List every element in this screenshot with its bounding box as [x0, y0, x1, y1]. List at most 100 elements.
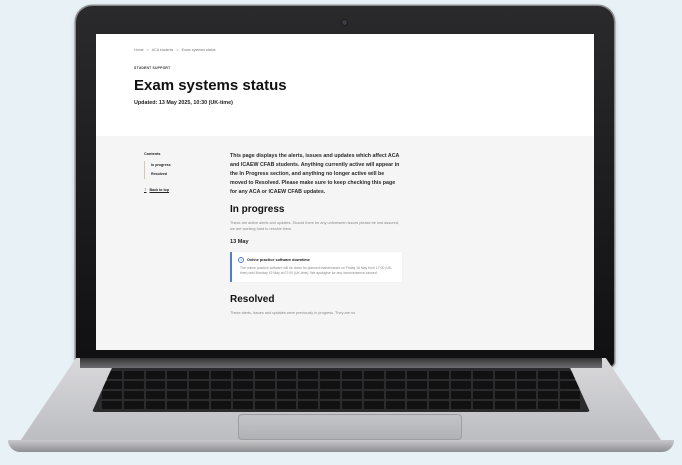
back-to-top-label: Back to top	[149, 188, 170, 192]
keyboard-key	[167, 381, 188, 389]
keyboard-key	[538, 391, 559, 399]
keyboard-key	[494, 391, 515, 399]
keyboard-key	[538, 381, 559, 389]
keyboard-key	[516, 401, 537, 409]
breadcrumb-aca-students[interactable]: ACA students	[152, 48, 174, 52]
laptop-hinge	[80, 358, 602, 368]
keyboard-key	[407, 371, 428, 379]
page-content: Contents In progress Resolved ↑ Back to …	[96, 136, 594, 316]
keyboard-key	[276, 381, 297, 389]
keyboard-key	[429, 401, 450, 409]
resolved-heading: Resolved	[230, 293, 275, 305]
keyboard-key	[429, 381, 450, 389]
keyboard-key	[211, 401, 231, 409]
toc-item-resolved[interactable]: Resolved	[151, 170, 230, 179]
keyboard-key	[494, 401, 515, 409]
alert-title: Online practice software downtime	[247, 258, 310, 263]
keyboard-key	[211, 391, 231, 399]
keyboard-key	[254, 381, 275, 389]
keyboard-key	[320, 401, 340, 409]
keyboard-key	[167, 391, 188, 399]
webcam	[342, 20, 347, 25]
keyboard-key	[102, 391, 122, 399]
keyboard-key	[516, 371, 537, 379]
keyboard-key	[560, 391, 580, 399]
keyboard-key	[254, 371, 275, 379]
keyboard-key	[123, 391, 144, 399]
in-progress-description: These are active alerts and updates. Sho…	[230, 221, 399, 231]
toc-item-in-progress[interactable]: In progress	[151, 161, 230, 170]
keyboard-key	[407, 381, 428, 389]
keyboard-key	[276, 391, 297, 399]
alert-body: The online practice software will be dow…	[240, 266, 393, 275]
trackpad	[238, 414, 462, 440]
keyboard-key	[472, 371, 493, 379]
breadcrumb-separator: >	[176, 48, 179, 52]
keyboard-key	[429, 391, 450, 399]
breadcrumb-separator: >	[146, 48, 149, 52]
keyboard-key	[145, 401, 166, 409]
breadcrumb-home[interactable]: Home	[134, 48, 144, 52]
intro-text: This page displays the alerts, issues an…	[230, 153, 400, 195]
keyboard-key	[211, 381, 231, 389]
keyboard-key	[232, 371, 253, 379]
keyboard-key	[385, 371, 406, 379]
keyboard-key	[123, 381, 144, 389]
info-icon: i	[238, 257, 244, 264]
keyboard-key	[189, 401, 210, 409]
keyboard-key	[254, 391, 275, 399]
keyboard-key	[123, 371, 144, 379]
keyboard-key	[385, 401, 406, 409]
keyboard-key	[167, 371, 188, 379]
keyboard-key	[560, 401, 580, 409]
keyboard-key	[451, 391, 471, 399]
keyboard-key	[211, 371, 231, 379]
keyboard-key	[145, 391, 166, 399]
keyboard-key	[494, 371, 515, 379]
keyboard-key	[298, 381, 319, 389]
toc-list: In progress Resolved	[144, 161, 230, 179]
keyboard-key	[451, 401, 471, 409]
laptop-screen: Home > ACA students > Exam systems statu…	[96, 34, 594, 350]
keyboard-key	[538, 401, 559, 409]
keyboard-key	[494, 381, 515, 389]
keyboard-key	[385, 391, 406, 399]
keyboard	[92, 368, 590, 412]
keyboard-key	[123, 401, 144, 409]
keyboard-key	[363, 391, 384, 399]
keyboard-key	[363, 401, 384, 409]
keyboard-key	[472, 381, 493, 389]
updated-timestamp: Updated: 13 May 2025, 10:30 (UK-time)	[134, 100, 233, 106]
keyboard-key	[189, 371, 210, 379]
breadcrumb: Home > ACA students > Exam systems statu…	[134, 48, 556, 52]
keyboard-key	[538, 371, 559, 379]
laptop-base-front	[8, 440, 674, 452]
keyboard-key	[298, 391, 319, 399]
keyboard-key	[407, 391, 428, 399]
keyboard-key	[320, 391, 340, 399]
keyboard-key	[451, 371, 471, 379]
keyboard-key	[298, 401, 319, 409]
keyboard-key	[320, 381, 340, 389]
keyboard-key	[145, 371, 166, 379]
keyboard-key	[385, 381, 406, 389]
section-eyebrow: STUDENT SUPPORT	[134, 66, 171, 70]
keyboard-key	[232, 381, 253, 389]
keyboard-key	[429, 371, 450, 379]
keyboard-key	[472, 391, 493, 399]
back-to-top-link[interactable]: ↑ Back to top	[144, 187, 230, 193]
keyboard-key	[254, 401, 275, 409]
keyboard-key	[516, 391, 537, 399]
resolved-description: These alerts, issues and updates were pr…	[230, 310, 356, 315]
page-header: Home > ACA students > Exam systems statu…	[96, 34, 594, 136]
keyboard-key	[320, 371, 340, 379]
keyboard-key	[145, 381, 166, 389]
keyboard-key	[451, 381, 471, 389]
toc-title: Contents	[144, 152, 161, 156]
keyboard-key	[516, 381, 537, 389]
keyboard-key	[276, 371, 297, 379]
laptop-lid: Home > ACA students > Exam systems statu…	[76, 6, 614, 366]
keyboard-key	[232, 391, 253, 399]
table-of-contents: Contents In progress Resolved ↑ Back to …	[144, 152, 230, 316]
keyboard-key	[472, 401, 493, 409]
